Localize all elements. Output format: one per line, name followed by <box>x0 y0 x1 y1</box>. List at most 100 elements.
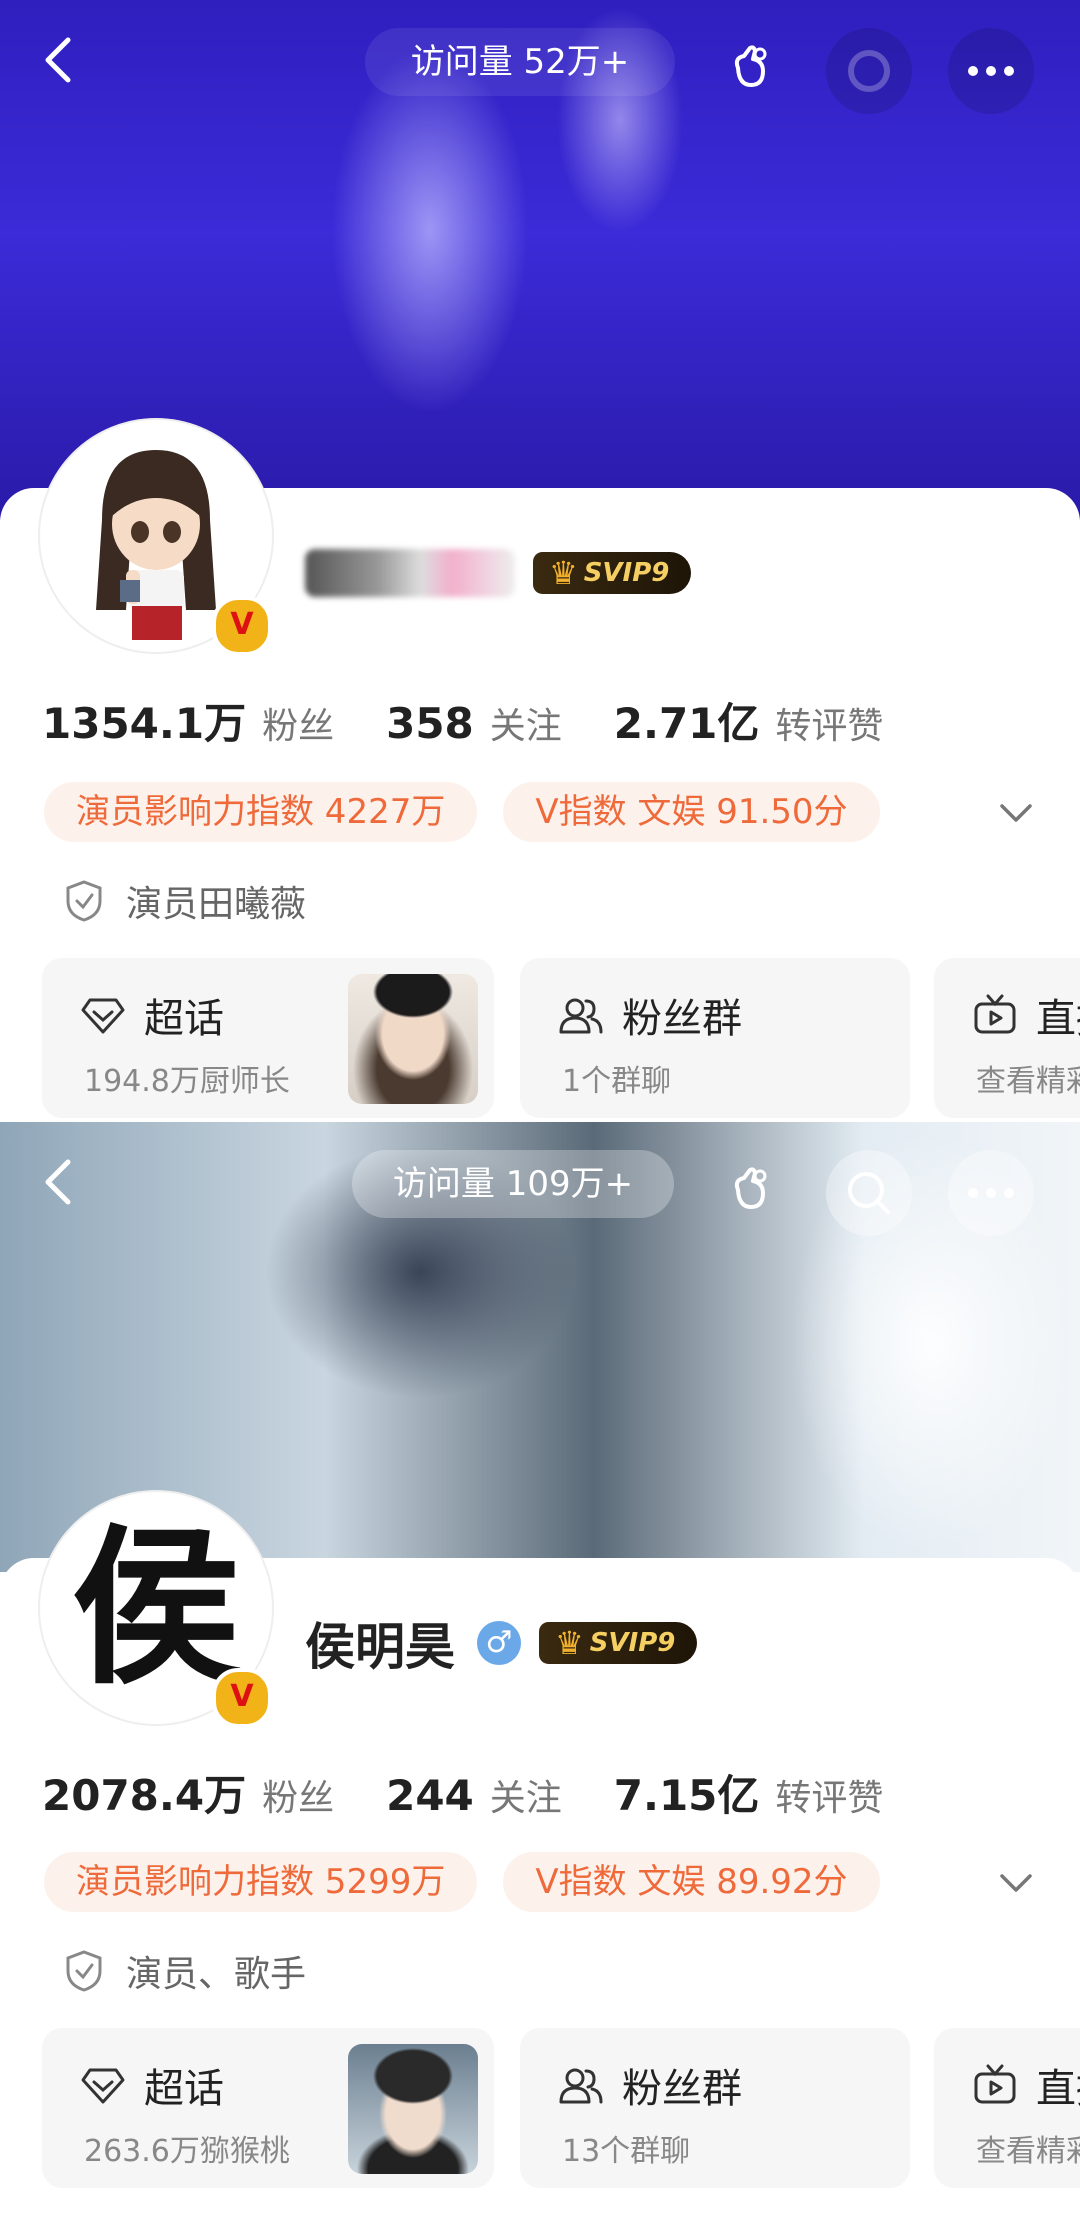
stat-following[interactable]: 244 关注 <box>386 1769 562 1821</box>
tag-row: 演员影响力指数 5299万 V指数 文娱 89.92分 <box>44 1852 906 1912</box>
search-icon <box>848 50 890 92</box>
gift-hand-icon <box>734 45 767 87</box>
verified-badge: V <box>212 596 272 656</box>
fan-group-sub: 13个群聊 <box>562 2134 691 2169</box>
live-sub: 查看精彩 <box>976 2134 1080 2169</box>
supertopic-thumbnail <box>348 2044 478 2174</box>
search-button[interactable] <box>826 1150 912 1236</box>
svip-label: SVIP9 <box>589 1628 676 1658</box>
stat-label: 关注 <box>489 706 562 747</box>
back-button[interactable] <box>30 30 90 90</box>
svip-badge[interactable]: ♛ SVIP9 <box>533 552 692 594</box>
tv-icon <box>974 994 1016 1034</box>
crown-icon: ♛ <box>555 1624 584 1662</box>
influence-index-tag[interactable]: 演员影响力指数 4227万 <box>44 782 478 842</box>
svip-label: SVIP9 <box>583 558 670 588</box>
more-icon <box>968 66 1014 76</box>
name-row: 侯明昊 ♂ ♛ SVIP9 <box>305 1608 698 1678</box>
visits-count: 访问量 109万+ <box>352 1150 674 1218</box>
top-bar: 访问量 52万+ <box>0 0 1080 130</box>
live-card[interactable]: 直播 查看精彩 <box>934 958 1080 1118</box>
verified-badge: V <box>212 1668 272 1728</box>
fan-group-card[interactable]: 粉丝群 1个群聊 <box>520 958 910 1118</box>
stat-likes[interactable]: 2.71亿 转评赞 <box>614 690 884 751</box>
v-index-tag[interactable]: V指数 文娱 91.50分 <box>503 782 880 842</box>
fan-group-title: 粉丝群 <box>558 2056 742 2114</box>
shield-check-icon <box>66 1950 102 1992</box>
diamond-icon <box>81 2068 125 2104</box>
back-arrow-icon <box>45 1159 71 1205</box>
verification-info: 演员田曦薇 <box>64 875 306 927</box>
v-index-tag[interactable]: V指数 文娱 89.92分 <box>503 1852 880 1912</box>
stat-label: 粉丝 <box>262 706 335 747</box>
supertopic-thumbnail <box>348 974 478 1104</box>
diamond-icon <box>81 998 125 1034</box>
username: 侯明昊 <box>305 1618 455 1676</box>
chevron-down-icon[interactable] <box>996 1862 1036 1902</box>
name-row: ♛ SVIP9 <box>305 538 692 608</box>
more-icon <box>968 1188 1014 1198</box>
profile-screenshot-2: 访问量 109万+ 侯 V 侯明昊 ♂ ♛ SVIP9 2078.4万 粉丝 244… <box>0 1122 1080 2229</box>
people-icon <box>559 2068 603 2104</box>
stat-value: 2078.4万 <box>42 1771 247 1820</box>
profile-screenshot-1: 访问量 52万+ V ♛ SVIP9 1354.1万 粉丝 358 关注 2.7… <box>0 0 1080 1122</box>
tv-icon <box>974 2064 1016 2104</box>
stat-followers[interactable]: 1354.1万 粉丝 <box>42 690 334 751</box>
supertopic-card[interactable]: 超话 263.6万猕猴桃 <box>42 2028 494 2188</box>
influence-index-tag[interactable]: 演员影响力指数 5299万 <box>44 1852 478 1912</box>
supertopic-title: 超话 <box>80 986 224 1044</box>
stats-row: 1354.1万 粉丝 358 关注 2.71亿 转评赞 <box>42 690 883 750</box>
live-title: 直播 <box>972 986 1080 1044</box>
supertopic-card[interactable]: 超话 194.8万厨师长 <box>42 958 494 1118</box>
stat-value: 358 <box>386 699 474 748</box>
live-label: 直播 <box>1036 996 1080 1042</box>
stat-label: 转评赞 <box>775 706 884 747</box>
stat-followers[interactable]: 2078.4万 粉丝 <box>42 1762 334 1823</box>
stat-value: 2.71亿 <box>613 699 760 748</box>
stat-label: 关注 <box>489 1778 562 1819</box>
blurred-username <box>305 549 515 597</box>
verification-info: 演员、歌手 <box>64 1945 306 1997</box>
people-icon <box>559 998 603 1034</box>
supertopic-sub: 194.8万厨师长 <box>84 1064 290 1099</box>
tag-row: 演员影响力指数 4227万 V指数 文娱 91.50分 <box>44 782 906 842</box>
stat-value: 7.15亿 <box>613 1771 760 1820</box>
chevron-down-icon[interactable] <box>996 792 1036 832</box>
live-label: 直播 <box>1036 2066 1080 2112</box>
stat-value: 1354.1万 <box>42 699 247 748</box>
back-arrow-icon <box>45 37 71 83</box>
search-icon <box>848 1172 890 1214</box>
supertopic-label: 超话 <box>144 996 224 1042</box>
fan-group-label: 粉丝群 <box>622 2066 742 2112</box>
top-bar: 访问量 109万+ <box>0 1122 1080 1252</box>
live-title: 直播 <box>972 2056 1080 2114</box>
fan-group-title: 粉丝群 <box>558 986 742 1044</box>
gift-hand-icon <box>734 1167 767 1209</box>
stats-row: 2078.4万 粉丝 244 关注 7.15亿 转评赞 <box>42 1762 883 1822</box>
fan-group-label: 粉丝群 <box>622 996 742 1042</box>
live-sub: 查看精彩 <box>976 1064 1080 1099</box>
more-button[interactable] <box>948 28 1034 114</box>
stat-following[interactable]: 358 关注 <box>386 697 562 749</box>
gift-button[interactable] <box>708 1150 794 1236</box>
gift-button[interactable] <box>708 28 794 114</box>
visits-count: 访问量 52万+ <box>365 28 675 96</box>
stat-label: 粉丝 <box>262 1778 335 1819</box>
verification-text: 演员、歌手 <box>126 1954 307 1995</box>
stat-likes[interactable]: 7.15亿 转评赞 <box>614 1762 884 1823</box>
verification-text: 演员田曦薇 <box>126 884 307 925</box>
shield-check-icon <box>66 880 102 922</box>
live-card[interactable]: 直播 查看精彩 <box>934 2028 1080 2188</box>
svip-badge[interactable]: ♛ SVIP9 <box>539 1622 698 1664</box>
male-gender-icon: ♂ <box>477 1621 521 1665</box>
supertopic-label: 超话 <box>144 2066 224 2112</box>
stat-value: 244 <box>386 1771 474 1820</box>
back-button[interactable] <box>30 1152 90 1212</box>
supertopic-sub: 263.6万猕猴桃 <box>84 2134 290 2169</box>
stat-label: 转评赞 <box>775 1778 884 1819</box>
search-button[interactable] <box>826 28 912 114</box>
more-button[interactable] <box>948 1150 1034 1236</box>
fan-group-sub: 1个群聊 <box>562 1064 672 1099</box>
supertopic-title: 超话 <box>80 2056 224 2114</box>
fan-group-card[interactable]: 粉丝群 13个群聊 <box>520 2028 910 2188</box>
